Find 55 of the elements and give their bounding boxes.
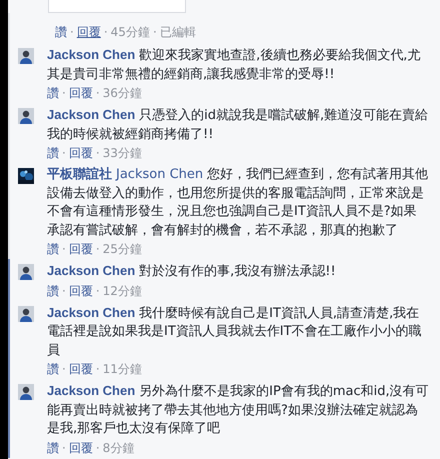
like-link[interactable]: 讚 — [47, 85, 59, 101]
timestamp: 11分鐘 — [102, 361, 142, 377]
comment-text: Jackson Chen 另外為什麼不是我家的IP會有我的mac和id,沒有可能再賣出時就被拷了帶去其他地方使用嗎?如果沒辦法確定就認為是我,那客戶也太沒有保障了吧 — [47, 382, 430, 438]
timestamp: 36分鐘 — [102, 85, 142, 101]
avatar-silhouette-icon[interactable] — [18, 108, 34, 124]
like-link[interactable]: 讚 — [47, 361, 59, 377]
avatar-silhouette-icon[interactable] — [18, 264, 34, 280]
separator-dot: · — [96, 85, 100, 101]
separator-dot: · — [62, 241, 66, 257]
separator-dot: · — [62, 440, 66, 456]
timestamp: 33分鐘 — [102, 145, 142, 161]
timestamp: 45分鐘 — [110, 24, 150, 40]
separator-dot: · — [62, 145, 66, 161]
timestamp: 12分鐘 — [102, 282, 142, 298]
reply-link[interactable]: 回覆 — [68, 440, 93, 456]
comment-text: Jackson Chen 我什麼時候有說自己是IT資訊人員,請查清楚,我在電話裡是說如果我是IT資訊人員我就去作IT不會在工廠作小小的職員 — [47, 304, 423, 360]
mention-link[interactable]: Jackson Chen — [116, 167, 204, 182]
comment-text: Jackson Chen 歡迎來我家實地查證,後續也務必要給我個文代,尤其是貴司非常無禮的經銷商,讓我感覺非常的受辱!! — [47, 46, 422, 84]
author-link[interactable]: Jackson Chen — [47, 383, 136, 398]
like-link[interactable]: 讚 — [47, 282, 59, 298]
separator-dot: · — [70, 24, 74, 40]
author-link[interactable]: Jackson Chen — [47, 304, 136, 320]
author-link[interactable]: Jackson Chen — [47, 107, 136, 122]
author-link[interactable]: 平板聯誼社 — [47, 167, 112, 182]
separator-dot: · — [104, 24, 108, 40]
separator-dot: · — [96, 361, 100, 377]
separator-dot: · — [152, 24, 157, 40]
reply-link[interactable]: 回覆 — [68, 145, 93, 161]
like-link[interactable]: 讚 — [55, 24, 67, 40]
avatar-silhouette-icon[interactable] — [18, 306, 34, 322]
separator-dot: · — [96, 282, 100, 298]
separator-dot: · — [96, 145, 100, 161]
separator-dot: · — [62, 282, 66, 298]
like-link[interactable]: 讚 — [47, 145, 59, 161]
like-link[interactable]: 讚 — [47, 440, 59, 456]
reply-link[interactable]: 回覆 — [68, 361, 93, 377]
separator-dot: · — [62, 361, 66, 377]
timestamp: 25分鐘 — [102, 241, 142, 257]
avatar-silhouette-icon[interactable] — [18, 384, 34, 400]
comment-text: 平板聯誼社 Jackson Chen 您好，我們已經查到，您有試著用其他設備去做登入的動作，也用您所提供的客服電話詢問，正常來說是不會有這種情形發生，況且您也強調自己是IT資訊人員不是?如果承認有嘗試破解，會有解封的機會，若不承認，那真的抱歉了 — [47, 166, 430, 240]
reply-link[interactable]: 回覆 — [76, 24, 101, 40]
separator-dot: · — [62, 85, 66, 101]
reply-link[interactable]: 回覆 — [68, 241, 93, 257]
separator-dot: · — [96, 440, 100, 456]
avatar-silhouette-icon[interactable] — [18, 48, 34, 64]
reply-link[interactable]: 回覆 — [68, 282, 93, 298]
comment-text: Jackson Chen 只憑登入的id就說我是嚐試破解,難道沒可能在賣給我的時候就被經銷商拷備了!! — [47, 106, 430, 144]
timestamp: 8分鐘 — [102, 440, 134, 456]
reply-link[interactable]: 回覆 — [68, 85, 93, 101]
like-link[interactable]: 讚 — [47, 241, 59, 257]
author-link[interactable]: Jackson Chen — [47, 47, 136, 62]
comment-text: Jackson Chen 對於沒有作的事,我沒有辦法承認!! — [47, 262, 337, 281]
author-link[interactable]: Jackson Chen — [47, 263, 136, 278]
edited-label: 已編輯 — [160, 24, 196, 40]
separator-dot: · — [96, 241, 100, 257]
